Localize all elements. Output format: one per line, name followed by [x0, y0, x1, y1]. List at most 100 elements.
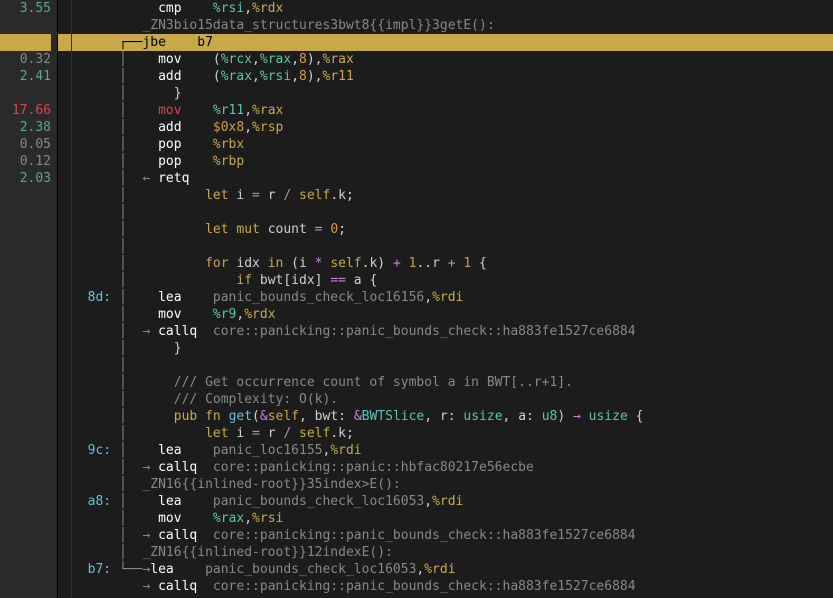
percent-cell: [0, 289, 51, 306]
source-line[interactable]: │ let i = r / self.k;: [72, 425, 833, 442]
source-line[interactable]: │ for idx in (i * self.k) + 1..r + 1 {: [72, 255, 833, 272]
asm-line[interactable]: ┌──jbe b7: [72, 34, 833, 51]
overhead-cell: [58, 561, 71, 578]
source-text: let i = r / self.k;: [158, 188, 354, 203]
percent-cell: 0.32: [0, 51, 51, 68]
percent-cell: 2.41: [0, 68, 51, 85]
symbol-line[interactable]: │ _ZN16{{inlined-root}}12indexE():: [72, 544, 833, 561]
operands: %rbx: [213, 137, 244, 152]
overhead-cell: [58, 323, 71, 340]
percent-cell: [0, 34, 51, 51]
source-line[interactable]: │ let i = r / self.k;: [72, 187, 833, 204]
operands: %rsi,%rdx: [213, 1, 283, 16]
symbol-name: _ZN3bio15data_structures3bwt8{{impl}}3ge…: [142, 18, 494, 33]
asm-line[interactable]: │ mov %rax,%rsi: [72, 510, 833, 527]
asm-line[interactable]: → callq core::panicking::panic_bounds_ch…: [72, 578, 833, 595]
percent-cell: [0, 374, 51, 391]
percent-cell: [0, 85, 51, 102]
operands: %rax,%rsi: [213, 511, 283, 526]
mnemonic: lea: [158, 290, 213, 305]
overhead-cell: [58, 425, 71, 442]
asm-line[interactable]: │ pop %rbx: [72, 136, 833, 153]
jump-line-icon: │: [119, 426, 127, 441]
asm-line[interactable]: 8d: │ lea panic_bounds_check_loc16156,%r…: [72, 289, 833, 306]
jump-line-icon: │: [119, 460, 127, 475]
asm-line[interactable]: │ → callq core::panicking::panic_bounds_…: [72, 527, 833, 544]
asm-line[interactable]: cmp %rsi,%rdx: [72, 0, 833, 17]
overhead-cell: [58, 306, 71, 323]
jump-line-icon: │: [119, 409, 127, 424]
jump-line-icon: │: [119, 477, 127, 492]
asm-line[interactable]: 9c: │ lea panic_loc16155,%rdi: [72, 442, 833, 459]
jump-line-icon: │: [119, 392, 127, 407]
mnemonic: add: [158, 69, 213, 84]
jump-line-icon: │: [119, 52, 127, 67]
percent-cell: [0, 17, 51, 34]
overhead-cell: [58, 289, 71, 306]
percent-cell: 2.38: [0, 119, 51, 136]
mnemonic: callq: [158, 528, 213, 543]
mnemonic: pop: [158, 137, 213, 152]
symbol-line[interactable]: _ZN3bio15data_structures3bwt8{{impl}}3ge…: [72, 17, 833, 34]
blank-line[interactable]: │: [72, 204, 833, 221]
asm-line[interactable]: │ pop %rbp: [72, 153, 833, 170]
source-line[interactable]: │ /// Complexity: O(k).: [72, 391, 833, 408]
asm-line[interactable]: │ add (%rax,%rsi,8),%r11: [72, 68, 833, 85]
operands: %rbp: [213, 154, 244, 169]
mnemonic: mov: [158, 103, 213, 118]
blank-line[interactable]: │: [72, 238, 833, 255]
jump-line-icon: │: [119, 358, 127, 373]
source-text: /// Get occurrence count of symbol a in …: [158, 375, 573, 390]
source-line[interactable]: │ }: [72, 85, 833, 102]
overhead-cell: [58, 391, 71, 408]
source-line[interactable]: │ let mut count = 0;: [72, 221, 833, 238]
asm-line[interactable]: │ mov %r9,%rdx: [72, 306, 833, 323]
percent-cell: [0, 459, 51, 476]
percent-cell: [0, 323, 51, 340]
overhead-cell: [58, 238, 71, 255]
asm-line[interactable]: │ ← retq: [72, 170, 833, 187]
percent-cell: 17.66: [0, 102, 51, 119]
overhead-cell: [58, 187, 71, 204]
source-line[interactable]: │ pub fn get(&self, bwt: &BWTSlice, r: u…: [72, 408, 833, 425]
overhead-cell: [58, 459, 71, 476]
symbol-line[interactable]: │ _ZN16{{inlined-root}}35index>E():: [72, 476, 833, 493]
asm-line[interactable]: │ add $0x8,%rsp: [72, 119, 833, 136]
mnemonic: mov: [158, 511, 213, 526]
asm-line[interactable]: │ → callq core::panicking::panic::hbfac8…: [72, 459, 833, 476]
asm-line[interactable]: b7: └──→lea panic_bounds_check_loc16053,…: [72, 561, 833, 578]
percent-cell: [0, 527, 51, 544]
jump-line-icon: │: [119, 188, 127, 203]
address-label: 8d:: [88, 290, 111, 305]
source-line[interactable]: │ /// Get occurrence count of symbol a i…: [72, 374, 833, 391]
operands: %r9,%rdx: [213, 307, 276, 322]
overhead-cell: [58, 493, 71, 510]
jump-line-icon: │: [119, 171, 127, 186]
overhead-cell: [58, 68, 71, 85]
percent-cell: 2.03: [0, 170, 51, 187]
call-arrow-icon: ←: [142, 171, 158, 186]
jump-line-icon: │: [119, 69, 127, 84]
jump-line-icon: │: [119, 239, 127, 254]
asm-line[interactable]: │ mov (%rcx,%rax,8),%rax: [72, 51, 833, 68]
overhead-bar-sidebar: [58, 0, 72, 598]
jump-line-icon: │: [119, 341, 127, 356]
source-line[interactable]: │ }: [72, 340, 833, 357]
blank-line[interactable]: │: [72, 357, 833, 374]
asm-line[interactable]: a8: │ lea panic_bounds_check_loc16053,%r…: [72, 493, 833, 510]
percent-cell: [0, 578, 51, 595]
percent-cell: 0.05: [0, 136, 51, 153]
overhead-cell: [58, 204, 71, 221]
jump-line-icon: │: [119, 375, 127, 390]
address-label: 9c:: [88, 443, 111, 458]
overhead-cell: [58, 153, 71, 170]
disassembly-pane[interactable]: cmp %rsi,%rdx _ZN3bio15data_structures3b…: [72, 0, 833, 598]
source-line[interactable]: │ if bwt[idx] == a {: [72, 272, 833, 289]
asm-line[interactable]: │ mov %r11,%rax: [72, 102, 833, 119]
source-text: if bwt[idx] == a {: [158, 273, 377, 288]
overhead-cell: [58, 51, 71, 68]
jump-line-icon: │: [119, 256, 127, 271]
asm-line[interactable]: │ → callq core::panicking::panic_bounds_…: [72, 323, 833, 340]
source-text: }: [158, 341, 181, 356]
operands: core::panicking::panic_bounds_check::ha8…: [213, 528, 636, 543]
